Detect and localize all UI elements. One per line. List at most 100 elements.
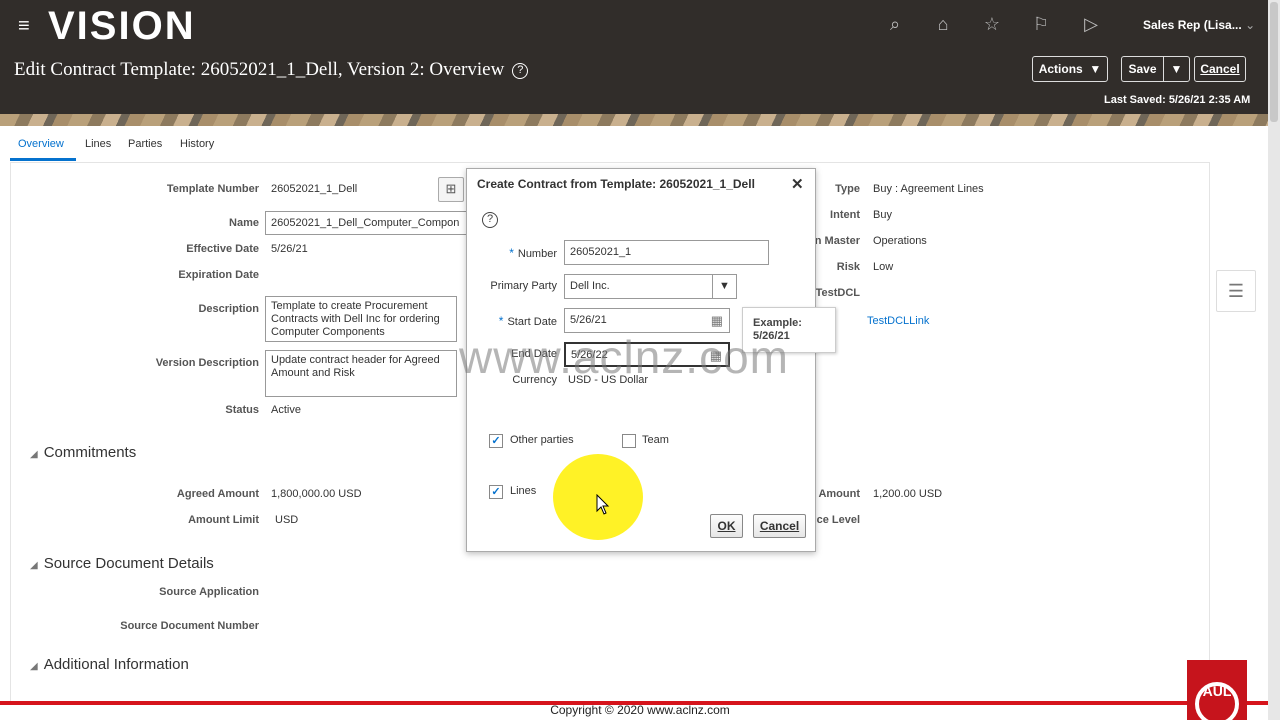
star-icon[interactable]: ☆ [981,13,1003,35]
tooltip-line1: Example: [753,317,802,329]
decorative-banner [0,114,1268,126]
start-date-label-text: Start Date [507,316,557,328]
status-label: Status [225,404,259,416]
tab-parties[interactable]: Parties [128,138,162,150]
source-title: Source Document Details [43,555,214,572]
description-label: Description [198,303,259,315]
help-icon[interactable]: ? [512,63,529,79]
expiration-date-label: Expiration Date [178,269,259,281]
page-title: Edit Contract Template: 26052021_1_Dell,… [14,59,529,81]
agreed-amount-value: 1,800,000.00 USD [271,488,362,500]
active-tab-indicator [10,158,76,161]
effective-date-value: 5/26/21 [271,243,308,255]
primary-party-label: Primary Party [490,280,557,292]
source-document-section[interactable]: ◢ Source Document Details [30,555,214,572]
intent-value: Buy [873,209,892,221]
agreed-amount-currency: USD [338,488,362,500]
name-label: Name [229,217,259,229]
number-label: * Number [477,246,557,260]
caret-down-icon: ▼ [1170,62,1183,76]
template-number-value: 26052021_1_Dell [271,183,358,195]
source-application-label: Source Application [159,586,259,598]
right-amount-number: 1,200.00 [873,488,916,500]
app-logo: VISION [48,4,196,48]
home-icon[interactable]: ⌂ [932,13,954,35]
mouse-pointer-icon [596,494,610,515]
agreed-amount-label: Agreed Amount [176,488,259,500]
save-menu-button[interactable]: ▼ [1163,56,1190,82]
save-button[interactable]: Save [1121,56,1163,82]
master-value: Operations [873,235,927,247]
description-textarea[interactable]: Template to create Procurement Contracts… [265,296,457,342]
cancel-button[interactable]: Cancel [1194,56,1246,82]
document-icon[interactable]: ☰ [1216,270,1256,312]
additional-title: Additional Information [43,656,189,673]
last-saved-value: 5/26/21 2:35 AM [1168,94,1251,106]
other-parties-label: Other parties [510,434,574,446]
primary-party-select[interactable]: Dell Inc. ▼ [564,274,737,299]
number-label-text: Number [517,248,557,260]
tab-overview[interactable]: Overview [18,138,64,150]
required-mark: * [509,246,514,260]
hierarchy-icon[interactable]: ⊞ [438,177,464,202]
source-document-number-label: Source Document Number [120,620,259,632]
ok-button[interactable]: OK [710,514,743,538]
commitments-section[interactable]: ◢ Commitments [30,444,136,461]
search-icon[interactable]: ⌕ [884,13,906,35]
collapse-triangle-icon: ◢ [30,449,38,460]
primary-party-value: Dell Inc. [570,280,610,292]
effective-date-label: Effective Date [186,243,259,255]
right-amount-value: 1,200.00 USD [873,488,942,500]
additional-information-section[interactable]: ◢ Additional Information [30,656,189,673]
template-number-label: Template Number [166,183,259,195]
commitments-title: Commitments [43,444,137,461]
scrollbar-thumb[interactable] [1270,2,1278,122]
calendar-icon[interactable]: ▦ [711,313,723,329]
amount-limit-value: USD [275,514,299,526]
collapse-triangle-icon: ◢ [30,661,38,672]
user-name: Sales Rep (Lisa... [1143,18,1242,32]
start-date-label: * Start Date [477,314,557,328]
caret-down-icon[interactable]: ▼ [712,275,736,298]
copyright-text: Copyright © 2020 www.aclnz.com [550,703,730,717]
type-value: Buy : Agreement Lines [873,183,984,195]
team-checkbox[interactable] [622,434,636,448]
status-value: Active [271,404,301,416]
actions-label: Actions [1038,62,1083,76]
testdcl-link[interactable]: TestDCLLink [867,315,929,327]
last-saved-label: Last Saved: [1104,94,1166,106]
flag-icon[interactable]: ⚐ [1030,13,1052,35]
name-input[interactable]: 26052021_1_Dell_Computer_Compon [265,211,470,235]
agreed-amount-number: 1,800,000.00 [271,488,336,500]
global-header: ≡ VISION Edit Contract Template: 2605202… [0,0,1268,114]
required-mark: * [498,314,504,328]
right-amount-currency: USD [918,488,943,500]
help-icon[interactable]: ? [482,212,498,228]
other-parties-checkbox[interactable]: ✓ [489,434,503,448]
number-input[interactable]: 26052021_1 [564,240,769,265]
version-description-textarea[interactable]: Update contract header for Agreed Amount… [265,350,457,397]
collapse-triangle-icon: ◢ [30,560,38,571]
dialog-cancel-button[interactable]: Cancel [753,514,806,538]
brand-logo: AUL [1187,660,1247,720]
page-scrollbar[interactable] [1268,0,1280,720]
team-label: Team [642,434,669,446]
start-date-value: 5/26/21 [570,314,607,326]
brand-logo-text: AUL [1202,683,1232,699]
close-icon[interactable]: ✕ [791,175,804,193]
page-title-text: Edit Contract Template: 26052021_1_Dell,… [14,59,505,80]
tab-lines[interactable]: Lines [85,138,111,150]
user-menu[interactable]: Sales Rep (Lisa... ⌄ [1143,18,1255,32]
amount-limit-label: Amount Limit [188,514,259,526]
dialog-title: Create Contract from Template: 26052021_… [477,177,755,191]
notifications-icon[interactable]: ▷ [1080,13,1102,35]
caret-down-icon: ▼ [1089,62,1102,76]
watermark: www.aclnz.com [459,331,789,383]
chevron-down-icon: ⌄ [1245,18,1256,32]
actions-button[interactable]: Actions ▼ [1032,56,1108,82]
last-saved: Last Saved: 5/26/21 2:35 AM [1104,94,1250,106]
lines-checkbox[interactable]: ✓ [489,485,503,499]
tab-history[interactable]: History [180,138,214,150]
version-description-label: Version Description [155,357,259,369]
hamburger-menu-icon[interactable]: ≡ [18,16,30,36]
